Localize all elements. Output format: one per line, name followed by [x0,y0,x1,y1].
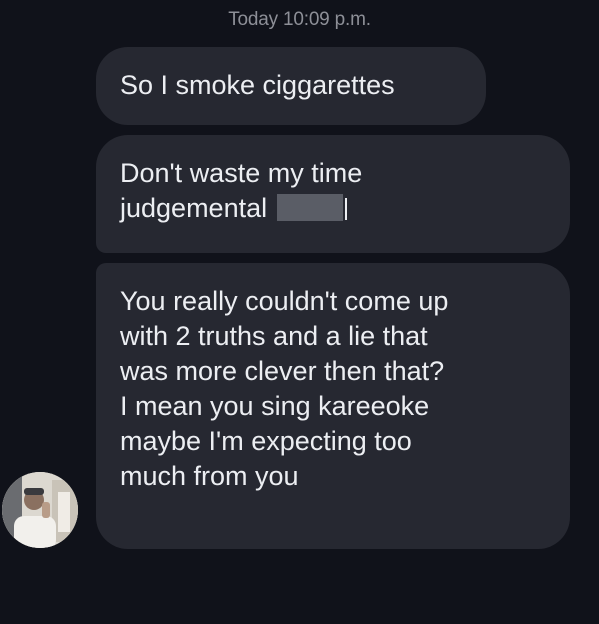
redaction-block [277,194,344,221]
message-text-word: judgemental [120,193,268,223]
timestamp-time: 10:09 p.m. [283,9,371,30]
person-photo-avatar-icon [2,472,78,548]
message-text-line: Don't waste my time [120,158,363,188]
message-text-line: maybe I'm expecting too [120,426,412,456]
message-text-line: much from you [120,461,299,491]
redaction-edge [345,198,348,220]
message-text-line: was more clever then that? [120,356,445,386]
message-bubble[interactable]: You really couldn't come up with 2 truth… [96,263,570,549]
message-text-line: judgemental [120,191,546,226]
message-bubble[interactable]: Don't waste my time judgemental [96,135,570,253]
timestamp-day: Today [228,9,278,30]
message-text: So I smoke ciggarettes [120,70,395,100]
sender-avatar[interactable] [2,472,78,548]
message-text-line: I mean you sing kareeoke [120,391,430,421]
message-bubble[interactable]: So I smoke ciggarettes [96,47,486,125]
message-text-line: with 2 truths and a lie that [120,321,428,351]
message-text-line: You really couldn't come up [120,286,449,316]
message-timestamp: Today 10:09 p.m. [0,9,599,31]
